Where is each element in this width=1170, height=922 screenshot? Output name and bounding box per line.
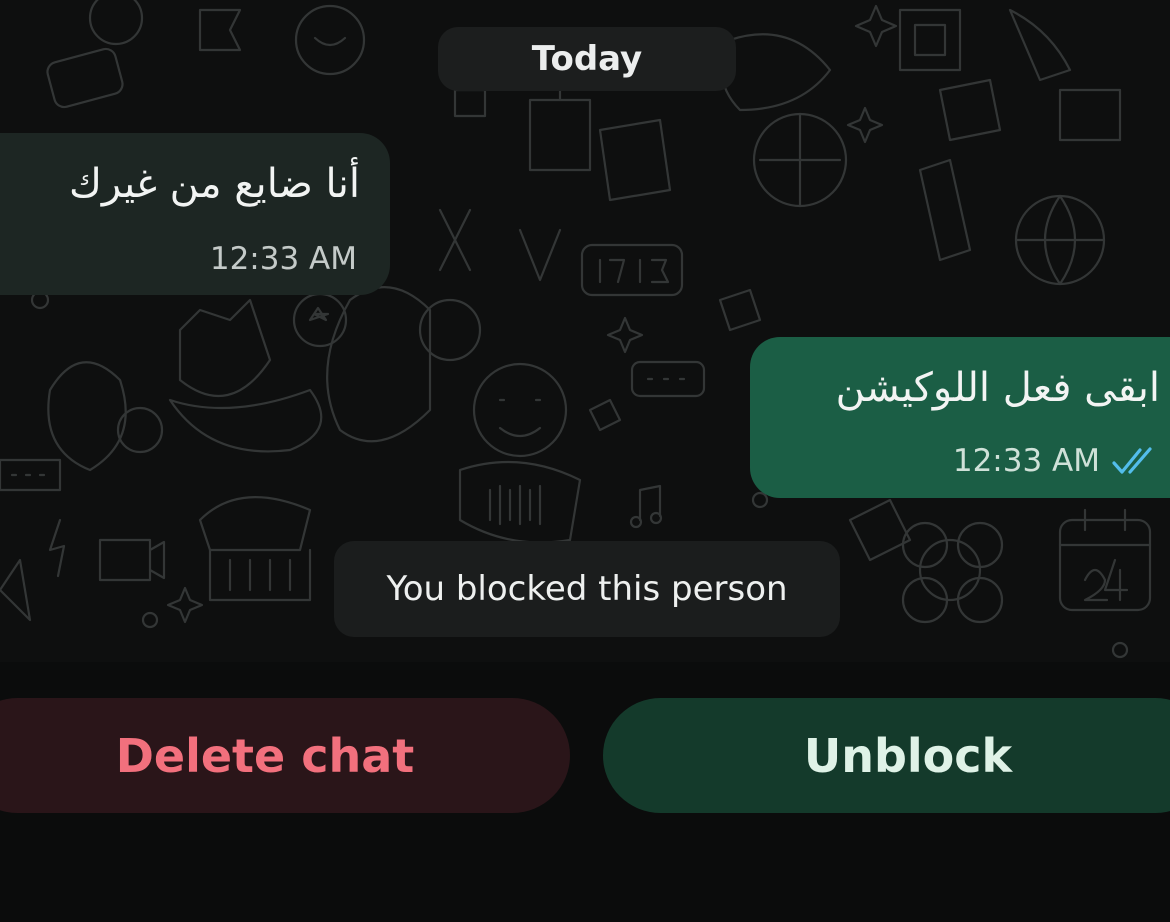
message-meta: 12:33 AM bbox=[210, 241, 357, 277]
unblock-label: Unblock bbox=[803, 728, 1013, 783]
delete-chat-label: Delete chat bbox=[115, 728, 415, 783]
blocked-notice: You blocked this person bbox=[334, 541, 840, 637]
unblock-button[interactable]: Unblock bbox=[603, 698, 1170, 813]
message-text: أنا ضايع من غيرك bbox=[68, 161, 360, 207]
delete-chat-button[interactable]: Delete chat bbox=[0, 698, 570, 813]
blocked-notice-text: You blocked this person bbox=[386, 569, 788, 609]
outgoing-message-bubble[interactable]: ابقى فعل اللوكيشن 12:33 AM bbox=[750, 337, 1170, 498]
message-meta: 12:33 AM bbox=[953, 443, 1158, 479]
double-check-read-icon bbox=[1112, 447, 1152, 474]
message-time: 12:33 AM bbox=[952, 443, 1100, 479]
date-separator: Today bbox=[438, 27, 736, 91]
message-time: 12:33 AM bbox=[209, 241, 357, 277]
incoming-message-bubble[interactable]: أنا ضايع من غيرك 12:33 AM bbox=[0, 133, 390, 295]
date-separator-label: Today bbox=[531, 39, 643, 79]
message-text: ابقى فعل اللوكيشن bbox=[835, 365, 1160, 411]
chat-area[interactable]: Today أنا ضايع من غيرك 12:33 AM ابقى فعل… bbox=[0, 0, 1170, 662]
